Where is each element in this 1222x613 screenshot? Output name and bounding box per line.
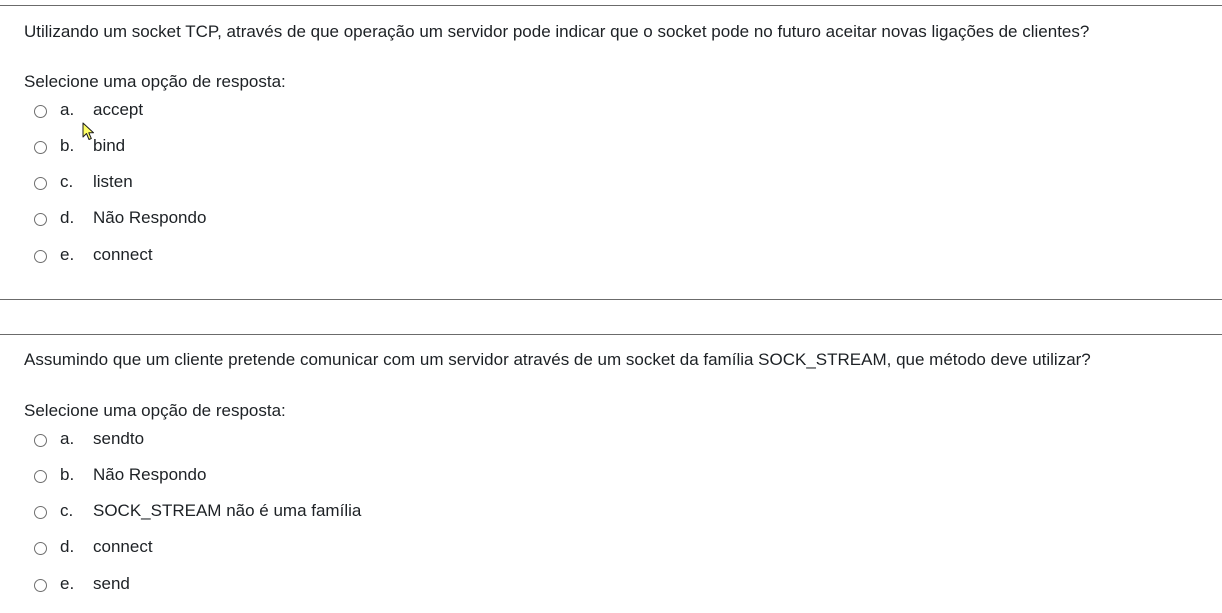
radio-unchecked-icon[interactable]	[34, 579, 47, 592]
question-2-prompt: Selecione uma opção de resposta:	[24, 401, 286, 420]
option-text: sendto	[93, 429, 145, 448]
radio-unchecked-icon[interactable]	[34, 105, 47, 118]
option-letter: a.	[60, 429, 75, 448]
question-1-option-c[interactable]: c. listen	[34, 171, 133, 193]
radio-unchecked-icon[interactable]	[34, 542, 47, 555]
option-letter: c.	[60, 172, 74, 191]
question-1-prompt: Selecione uma opção de resposta:	[24, 72, 286, 91]
question-2-option-e[interactable]: e. send	[34, 573, 130, 595]
option-text: connect	[93, 537, 153, 556]
radio-unchecked-icon[interactable]	[34, 434, 47, 447]
question-1-option-b[interactable]: b. bind	[34, 135, 125, 157]
option-text: SOCK_STREAM não é uma família	[93, 501, 362, 520]
option-letter: c.	[60, 501, 74, 520]
question-2-option-c[interactable]: c. SOCK_STREAM não é uma família	[34, 500, 361, 522]
question-1-option-d[interactable]: d. Não Respondo	[34, 207, 206, 229]
question-2-option-d[interactable]: d. connect	[34, 536, 153, 558]
option-text: accept	[93, 100, 144, 119]
option-letter: e.	[60, 574, 75, 593]
divider-question-2-top	[0, 334, 1222, 335]
option-letter: e.	[60, 245, 75, 264]
option-letter: b.	[60, 136, 75, 155]
question-1-option-a[interactable]: a. accept	[34, 99, 143, 121]
option-text: Não Respondo	[93, 208, 207, 227]
question-2-option-a[interactable]: a. sendto	[34, 428, 144, 450]
radio-unchecked-icon[interactable]	[34, 506, 47, 519]
option-text: bind	[93, 136, 126, 155]
option-text: listen	[93, 172, 133, 191]
question-2-option-b[interactable]: b. Não Respondo	[34, 464, 206, 486]
option-letter: d.	[60, 537, 75, 556]
option-letter: a.	[60, 100, 75, 119]
radio-unchecked-icon[interactable]	[34, 141, 47, 154]
option-letter: d.	[60, 208, 75, 227]
question-1-option-e[interactable]: e. connect	[34, 244, 153, 266]
divider-question-1-bottom	[0, 299, 1222, 300]
option-text: Não Respondo	[93, 465, 207, 484]
divider-top	[0, 5, 1222, 6]
question-2-text: Assumindo que um cliente pretende comuni…	[24, 350, 1091, 369]
option-text: send	[93, 574, 130, 593]
option-text: connect	[93, 245, 153, 264]
radio-unchecked-icon[interactable]	[34, 470, 47, 483]
radio-unchecked-icon[interactable]	[34, 213, 47, 226]
option-letter: b.	[60, 465, 75, 484]
radio-unchecked-icon[interactable]	[34, 250, 47, 263]
question-1-text: Utilizando um socket TCP, através de que…	[24, 22, 1090, 41]
radio-unchecked-icon[interactable]	[34, 177, 47, 190]
